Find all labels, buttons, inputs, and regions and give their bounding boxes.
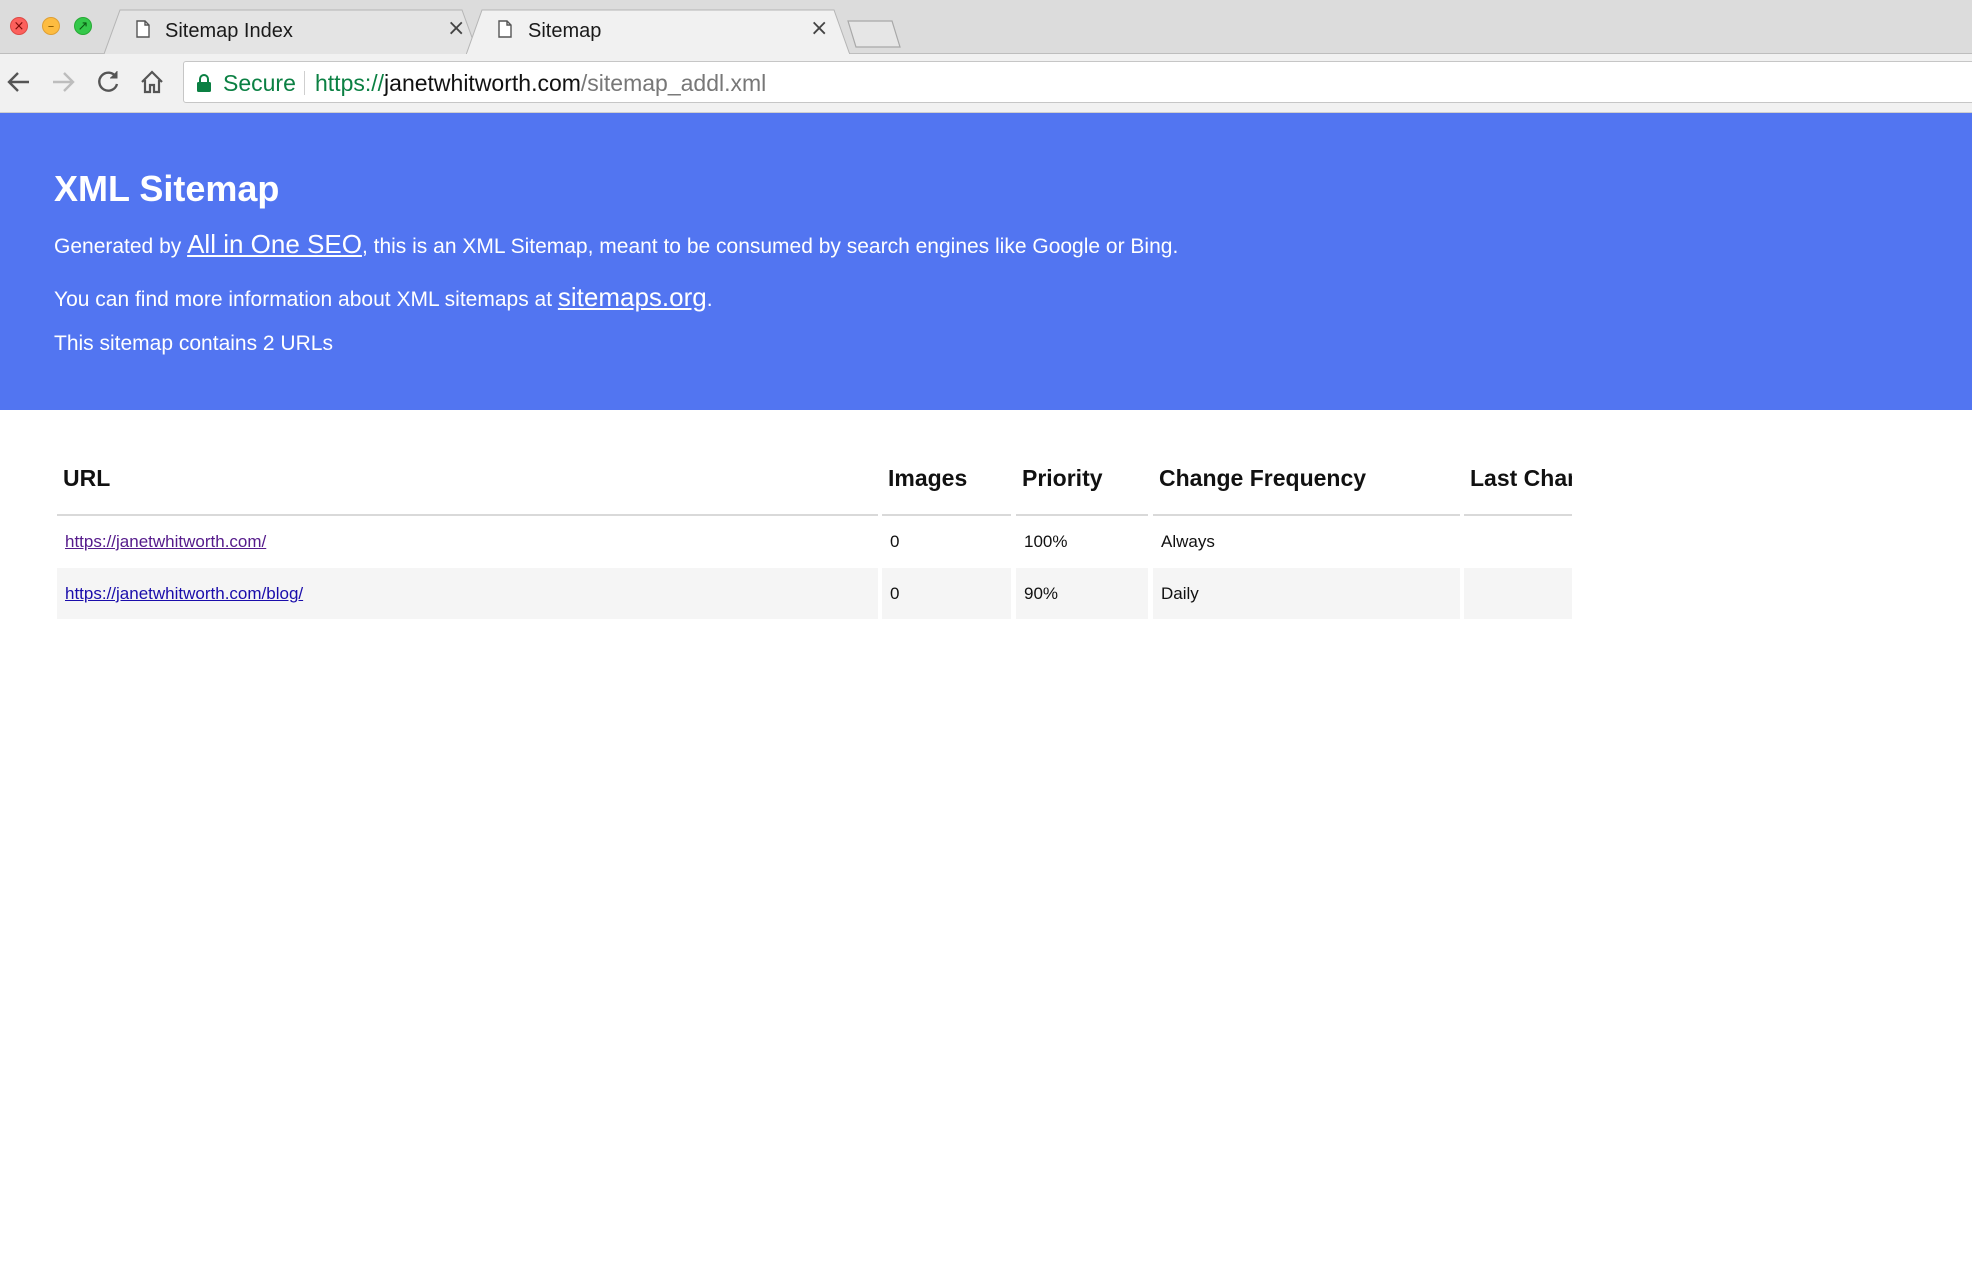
tab-shape [466,9,850,55]
close-window-icon[interactable]: × [10,17,28,35]
home-icon [141,70,163,94]
reload-icon [98,71,119,92]
url-scheme: https:// [315,70,385,96]
tab-close-icon[interactable]: × [810,18,828,40]
address-bar[interactable]: Secure https://janetwhitworth.com/sitema… [183,61,1972,103]
document-icon [498,20,512,38]
priority-cell: 100% [1024,532,1068,551]
images-cell: 0 [882,568,1011,619]
column-header-url[interactable]: URL [57,440,878,516]
column-header-priority[interactable]: Priority [1016,440,1148,516]
forward-button[interactable] [48,67,78,97]
forward-arrow-icon [53,72,75,92]
tab-title: Sitemap [528,20,602,42]
url-count-text: This sitemap contains 2 URLs [54,332,333,355]
last-change-cell [1464,516,1572,567]
tab-sitemap-index[interactable]: Sitemap Index × [104,9,478,54]
generated-prefix: Generated by [54,235,188,258]
url-cell: https://janetwhitworth.com/blog/ [57,568,878,619]
fullscreen-window-icon[interactable]: ↗ [74,17,92,35]
all-in-one-seo-link[interactable]: All in One SEO [187,229,362,259]
tab-sitemap[interactable]: Sitemap × [466,9,850,55]
url-host: janetwhitworth.com [384,70,581,96]
document-icon [136,20,150,38]
frequency-cell: Daily [1153,568,1460,619]
url-link[interactable]: https://janetwhitworth.com/ [65,532,266,551]
tab-title: Sitemap Index [165,20,293,42]
info-suffix: . [706,288,713,311]
column-header-images[interactable]: Images [882,440,1011,516]
images-cell: 0 [890,532,900,551]
column-header-last-change[interactable]: Last Change [1464,440,1572,516]
browser-toolbar: Secure https://janetwhitworth.com/sitema… [0,54,1972,113]
info-text: You can find more information about XML … [54,282,713,313]
reload-button[interactable] [93,67,123,97]
back-arrow-icon [7,72,29,92]
last-change-cell [1464,568,1572,619]
tab-close-icon[interactable]: × [447,18,465,40]
info-prefix: You can find more information about XML … [54,288,558,311]
url-path: /sitemap_addl.xml [580,70,767,96]
priority-cell: 90% [1016,568,1148,619]
page-title: XML Sitemap [54,168,280,209]
generated-suffix: , this is an XML Sitemap, meant to be co… [361,235,1179,258]
lock-icon [197,74,211,92]
url-text: https://janetwhitworth.com/sitemap_addl.… [315,70,766,97]
sitemaps-org-link[interactable]: sitemaps.org [558,282,707,312]
new-tab-button[interactable] [846,20,902,48]
column-header-change-frequency[interactable]: Change Frequency [1153,440,1460,516]
frequency-cell: Always [1161,532,1215,551]
tab-strip: × – ↗ Sitemap Index × Sitemap × [0,0,1972,55]
back-button[interactable] [4,67,34,97]
secure-label: Secure [223,70,296,96]
address-separator [304,71,305,95]
generated-by-text: Generated by All in One SEO, this is an … [54,229,1178,260]
minimize-window-icon[interactable]: – [42,17,60,35]
url-link[interactable]: https://janetwhitworth.com/blog/ [65,584,303,603]
url-cell: https://janetwhitworth.com/ [57,516,878,567]
home-button[interactable] [137,67,167,97]
sitemap-header: XML Sitemap Generated by All in One SEO,… [0,113,1972,410]
